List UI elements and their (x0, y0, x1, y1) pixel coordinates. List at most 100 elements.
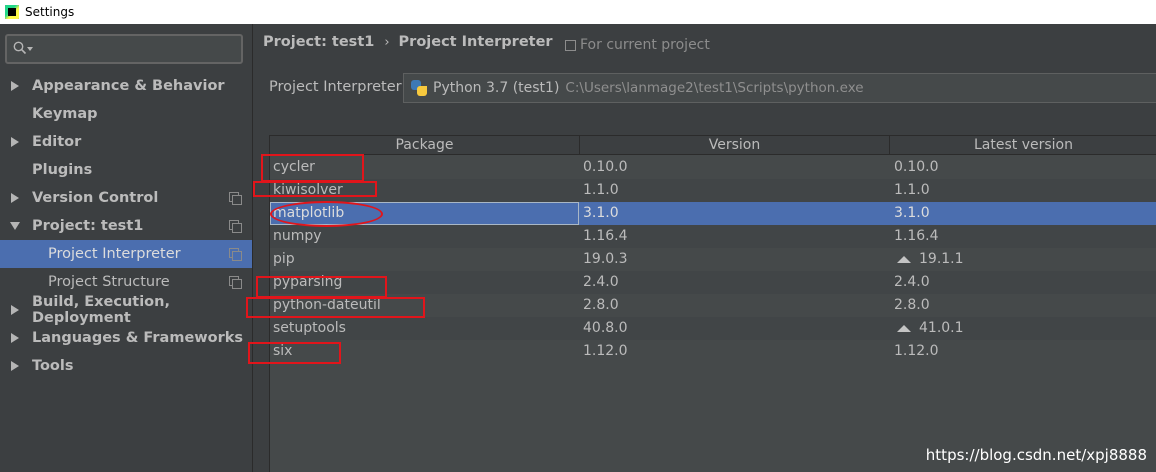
sidebar-item[interactable]: Project: test1 (0, 212, 252, 240)
table-row[interactable]: pip 19.0.3 19.1.1 (270, 248, 1156, 271)
version-cell: 1.1.0 (583, 182, 619, 198)
interpreter-label: Project Interpreter: (269, 79, 407, 95)
expand-right-icon[interactable] (11, 81, 19, 91)
scope-note-text: For current project (580, 37, 710, 53)
sidebar-item-label: Editor (32, 134, 82, 150)
expand-right-icon[interactable] (11, 137, 19, 147)
table-row[interactable]: six 1.12.0 1.12.0 (270, 340, 1156, 363)
table-row[interactable]: pyparsing 2.4.0 2.4.0 (270, 271, 1156, 294)
latest-version-cell: 2.4.0 (894, 271, 1154, 294)
breadcrumb-current: Project Interpreter (398, 34, 553, 50)
upgrade-available-icon (897, 256, 911, 263)
sidebar-item[interactable]: Build, Execution, Deployment (0, 294, 252, 326)
sidebar-item[interactable]: Editor (0, 128, 252, 156)
sidebar-item[interactable]: Appearance & Behavior (0, 72, 252, 100)
sidebar-item-label: Keymap (32, 106, 98, 122)
annotation-ellipse-matplotlib (270, 201, 383, 227)
sidebar-item[interactable]: Keymap (0, 100, 252, 128)
upgrade-available-icon (897, 325, 911, 332)
breadcrumb-parent[interactable]: Project: test1 (263, 34, 374, 50)
latest-version-text: 3.1.0 (894, 205, 930, 221)
sidebar-item-label: Project Interpreter (48, 246, 181, 262)
sidebar-item-label: Languages & Frameworks (32, 330, 244, 346)
annotation-box-six (248, 342, 341, 364)
column-header-package[interactable]: Package (270, 136, 580, 155)
version-cell: 2.8.0 (583, 297, 619, 313)
python-icon (410, 79, 428, 97)
version-cell: 1.12.0 (583, 343, 628, 359)
sidebar-item[interactable]: Project Structure (0, 268, 252, 296)
version-cell: 3.1.0 (583, 205, 619, 221)
expand-down-icon[interactable] (10, 222, 20, 230)
window-title-bar: Settings (0, 0, 1156, 24)
breadcrumb: Project: test1 › Project Interpreter (263, 34, 553, 50)
package-name-cell: setuptools (273, 320, 346, 336)
latest-version-text: 1.1.0 (894, 182, 930, 198)
sidebar-item[interactable]: Languages & Frameworks (0, 324, 252, 352)
latest-version-text: 2.4.0 (894, 274, 930, 290)
latest-version-cell: 19.1.1 (894, 248, 1154, 271)
interpreter-path: C:\Users\lanmage2\test1\Scripts\python.e… (565, 80, 864, 96)
column-header-latest-version[interactable]: Latest version (890, 136, 1156, 155)
expand-right-icon[interactable] (11, 193, 19, 203)
latest-version-cell: 2.8.0 (894, 294, 1154, 317)
latest-version-text: 2.8.0 (894, 297, 930, 313)
project-scope-icon (564, 39, 576, 51)
settings-sidebar: Appearance & Behavior Keymap Editor Plugins… (0, 24, 253, 472)
latest-version-cell: 1.12.0 (894, 340, 1154, 363)
annotation-box-python-dateutil (246, 297, 425, 318)
expand-right-icon[interactable] (11, 305, 19, 315)
expand-right-icon[interactable] (11, 361, 19, 371)
sidebar-item-label: Plugins (32, 162, 93, 178)
sidebar-item[interactable]: Version Control (0, 184, 252, 212)
window-title: Settings (25, 5, 75, 19)
breadcrumb-separator-icon: › (384, 34, 390, 50)
latest-version-cell: 3.1.0 (894, 202, 1154, 225)
search-dropdown-icon[interactable] (27, 47, 33, 51)
sidebar-item[interactable]: Plugins (0, 156, 252, 184)
table-row[interactable]: kiwisolver 1.1.0 1.1.0 (270, 179, 1156, 202)
annotation-box-cycler (261, 154, 364, 182)
settings-content: Project: test1 › Project Interpreter For… (254, 24, 1156, 472)
latest-version-text: 1.16.4 (894, 228, 939, 244)
latest-version-text: 1.12.0 (894, 343, 939, 359)
sidebar-item[interactable]: Tools (0, 352, 252, 380)
sidebar-item-label: Build, Execution, Deployment (32, 294, 170, 326)
settings-search-input[interactable] (5, 34, 243, 64)
sidebar-item-label: Tools (32, 358, 74, 374)
table-row[interactable]: setuptools 40.8.0 41.0.1 (270, 317, 1156, 340)
project-level-icon (229, 192, 242, 205)
sidebar-item-label: Project Structure (48, 274, 170, 290)
latest-version-cell: 1.1.0 (894, 179, 1154, 202)
sidebar-item-label: Project: test1 (32, 218, 144, 234)
sidebar-item[interactable]: Project Interpreter (0, 240, 252, 268)
latest-version-text: 0.10.0 (894, 159, 939, 175)
version-cell: 19.0.3 (583, 251, 628, 267)
version-cell: 1.16.4 (583, 228, 628, 244)
latest-version-text: 19.1.1 (919, 251, 964, 267)
sidebar-item-label: Version Control (32, 190, 159, 206)
package-name-cell: numpy (273, 228, 322, 244)
table-header: Package Version Latest version (270, 136, 1156, 155)
latest-version-cell: 1.16.4 (894, 225, 1154, 248)
expand-right-icon[interactable] (11, 333, 19, 343)
column-header-version[interactable]: Version (580, 136, 890, 155)
annotation-box-pyparsing (256, 276, 387, 298)
pycharm-logo-icon (5, 5, 19, 19)
latest-version-text: 41.0.1 (919, 320, 964, 336)
version-cell: 40.8.0 (583, 320, 628, 336)
table-row[interactable]: cycler 0.10.0 0.10.0 (270, 156, 1156, 179)
search-icon (13, 41, 27, 55)
interpreter-name: Python 3.7 (test1) (433, 80, 560, 96)
table-row[interactable]: numpy 1.16.4 1.16.4 (270, 225, 1156, 248)
version-cell: 2.4.0 (583, 274, 619, 290)
package-name-cell: pip (273, 251, 295, 267)
project-level-icon (229, 276, 242, 289)
sidebar-item-label: Appearance & Behavior (32, 78, 225, 94)
table-row[interactable]: matplotlib 3.1.0 3.1.0 (270, 202, 1156, 225)
latest-version-cell: 0.10.0 (894, 156, 1154, 179)
project-level-icon (229, 248, 242, 261)
latest-version-cell: 41.0.1 (894, 317, 1154, 340)
interpreter-select[interactable]: Python 3.7 (test1) C:\Users\lanmage2\tes… (403, 73, 1156, 103)
annotation-box-kiwisolver (253, 181, 377, 197)
